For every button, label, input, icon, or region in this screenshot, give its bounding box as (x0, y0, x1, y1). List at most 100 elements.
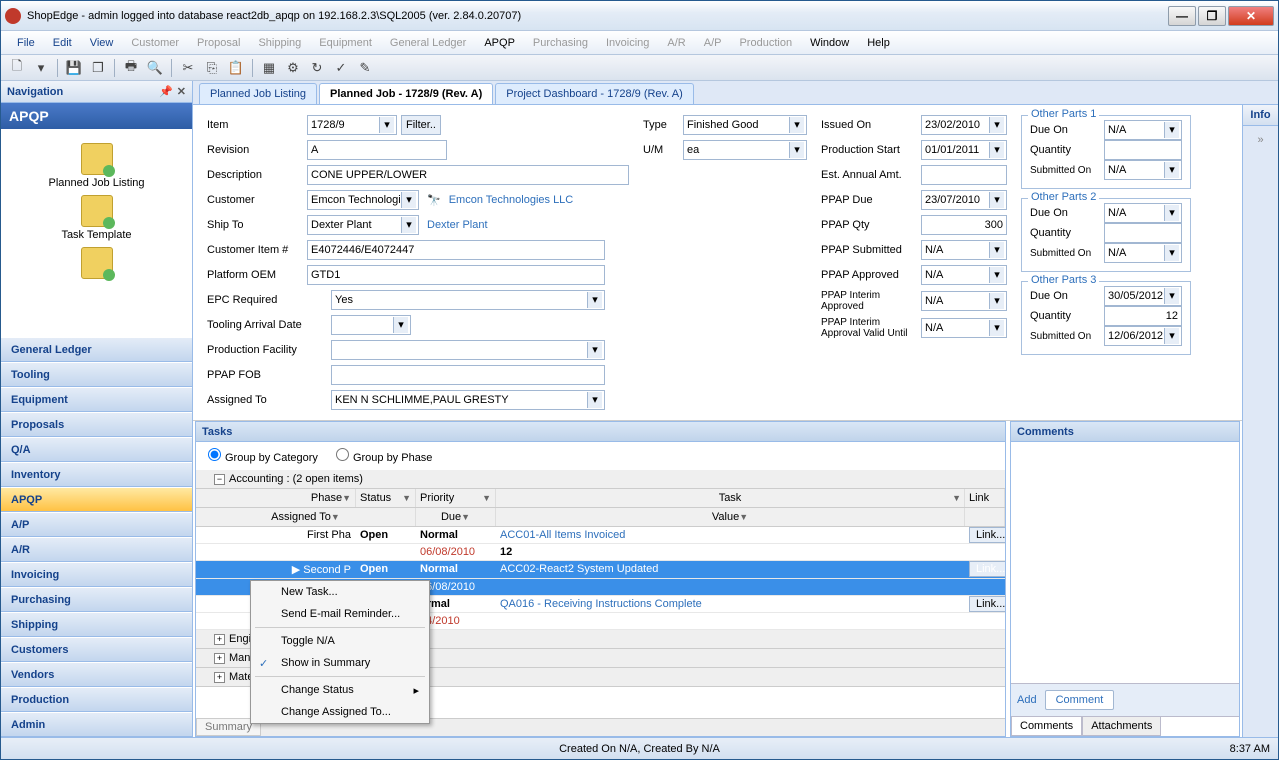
col-status[interactable]: Status▼ (356, 489, 416, 507)
accordion-ap[interactable]: A/P (1, 512, 192, 537)
menu-apqp[interactable]: APQP (476, 34, 523, 52)
menu-window[interactable]: Window (802, 34, 857, 52)
op2-sub[interactable]: 12/06/2012 (1104, 326, 1182, 346)
ctx-showinsummary[interactable]: ✓Show in Summary (251, 652, 429, 674)
ppapsub-select[interactable]: N/A (921, 240, 1007, 260)
col-task[interactable]: Task▼ (496, 489, 965, 507)
ppapdue-select[interactable]: 23/07/2010 (921, 190, 1007, 210)
accordion-qa[interactable]: Q/A (1, 437, 192, 462)
tab[interactable]: Planned Job Listing (199, 83, 317, 104)
paste-icon[interactable]: 📋 (226, 58, 246, 78)
op2-due[interactable]: 30/05/2012 (1104, 286, 1182, 306)
um-select[interactable]: ea (683, 140, 807, 160)
ctx-changestatus[interactable]: Change Status▸ (251, 679, 429, 701)
menu-generalledger[interactable]: General Ledger (382, 34, 474, 52)
link-button[interactable]: Link... (969, 527, 1005, 543)
tool4-icon[interactable]: ✎ (355, 58, 375, 78)
accordion-equipment[interactable]: Equipment (1, 387, 192, 412)
menu-proposal[interactable]: Proposal (189, 34, 248, 52)
accordion-tooling[interactable]: Tooling (1, 362, 192, 387)
op1-sub[interactable]: N/A (1104, 243, 1182, 263)
menu-edit[interactable]: Edit (45, 34, 80, 52)
new-icon[interactable]: 🗋 (7, 58, 27, 78)
menu-invoicing[interactable]: Invoicing (598, 34, 657, 52)
comments-tab[interactable]: Comments (1011, 717, 1082, 736)
save-icon[interactable]: 💾 (64, 58, 84, 78)
ppapintv-select[interactable]: N/A (921, 318, 1007, 338)
accordion-inventory[interactable]: Inventory (1, 462, 192, 487)
menu-help[interactable]: Help (859, 34, 898, 52)
col-phase[interactable]: Phase▼ (196, 489, 356, 507)
shipto-select[interactable]: Dexter Plant (307, 215, 419, 235)
filter-button[interactable]: Filter.. (401, 115, 441, 135)
pin-icon[interactable]: 📌 (159, 85, 173, 98)
menu-shipping[interactable]: Shipping (250, 34, 309, 52)
col-value[interactable]: Value▼ (496, 508, 965, 526)
col-due[interactable]: Due▼ (416, 508, 496, 526)
ctx-newtask[interactable]: New Task... (251, 581, 429, 603)
ctx-sendemailreminder[interactable]: Send E-mail Reminder... (251, 603, 429, 625)
assigned-select[interactable]: KEN N SCHLIMME,PAUL GRESTY (331, 390, 605, 410)
accordion-ar[interactable]: A/R (1, 537, 192, 562)
minimize-button[interactable]: — (1168, 6, 1196, 26)
accordion-vendors[interactable]: Vendors (1, 662, 192, 687)
op0-due[interactable]: N/A (1104, 120, 1182, 140)
menu-production[interactable]: Production (731, 34, 800, 52)
tree-item-extra[interactable] (5, 247, 188, 281)
ppapqty-input[interactable] (921, 215, 1007, 235)
ctx-changeassignedto[interactable]: Change Assigned To... (251, 701, 429, 723)
ppapint-select[interactable]: N/A (921, 291, 1007, 311)
customer-link[interactable]: Emcon Technologies LLC (449, 194, 574, 206)
menu-purchasing[interactable]: Purchasing (525, 34, 596, 52)
accordion-proposals[interactable]: Proposals (1, 412, 192, 437)
accordion-production[interactable]: Production (1, 687, 192, 712)
tab[interactable]: Project Dashboard - 1728/9 (Rev. A) (495, 83, 694, 104)
prodstart-select[interactable]: 01/01/2011 (921, 140, 1007, 160)
grid-group-accounting[interactable]: −Accounting : (2 open items) (196, 470, 1005, 489)
preview-icon[interactable]: 🔍 (145, 58, 165, 78)
ctx-togglena[interactable]: Toggle N/A (251, 630, 429, 652)
nav-close-icon[interactable]: ✕ (177, 85, 186, 98)
tool1-icon[interactable]: ⚙ (283, 58, 303, 78)
table-row[interactable]: ▶ Second POpenNormalACC02-React2 System … (196, 561, 1005, 579)
close-button[interactable]: ✕ (1228, 6, 1274, 26)
group-by-category-radio[interactable]: Group by Category (208, 448, 318, 464)
description-input[interactable] (307, 165, 629, 185)
maximize-button[interactable]: ❐ (1198, 6, 1226, 26)
ppapapp-select[interactable]: N/A (921, 265, 1007, 285)
op0-qty[interactable] (1104, 140, 1182, 160)
menu-view[interactable]: View (82, 34, 122, 52)
customer-select[interactable]: Emcon Technologi (307, 190, 419, 210)
accordion-generalledger[interactable]: General Ledger (1, 337, 192, 362)
binoculars-icon[interactable]: 🔭 (423, 194, 445, 207)
accordion-admin[interactable]: Admin (1, 712, 192, 737)
tooling-select[interactable] (331, 315, 411, 335)
menu-file[interactable]: File (9, 34, 43, 52)
col-assigned[interactable]: Assigned To▼ (196, 508, 416, 526)
grid-icon[interactable]: ▦ (259, 58, 279, 78)
accordion-apqp[interactable]: APQP (1, 487, 192, 512)
copy-icon[interactable]: ❐ (88, 58, 108, 78)
info-panel[interactable]: Info » (1242, 105, 1278, 737)
facility-select[interactable] (331, 340, 605, 360)
accordion-purchasing[interactable]: Purchasing (1, 587, 192, 612)
tree-item-task-template[interactable]: Task Template (5, 195, 188, 241)
op1-qty[interactable] (1104, 223, 1182, 243)
epc-select[interactable]: Yes (331, 290, 605, 310)
table-row-sub[interactable]: 06/08/201012 (196, 544, 1005, 561)
item-select[interactable]: 1728/9 (307, 115, 397, 135)
accordion-shipping[interactable]: Shipping (1, 612, 192, 637)
platform-input[interactable] (307, 265, 605, 285)
op0-sub[interactable]: N/A (1104, 160, 1182, 180)
type-select[interactable]: Finished Good (683, 115, 807, 135)
issued-select[interactable]: 23/02/2010 (921, 115, 1007, 135)
accordion-customers[interactable]: Customers (1, 637, 192, 662)
group-by-phase-radio[interactable]: Group by Phase (336, 448, 433, 464)
op1-due[interactable]: N/A (1104, 203, 1182, 223)
tab[interactable]: Planned Job - 1728/9 (Rev. A) (319, 83, 493, 104)
estamount-input[interactable] (921, 165, 1007, 185)
dropdown-icon[interactable]: ▾ (31, 58, 51, 78)
attachments-tab[interactable]: Attachments (1082, 717, 1161, 736)
tree-item-planned-job-listing[interactable]: Planned Job Listing (5, 143, 188, 189)
col-priority[interactable]: Priority▼ (416, 489, 496, 507)
